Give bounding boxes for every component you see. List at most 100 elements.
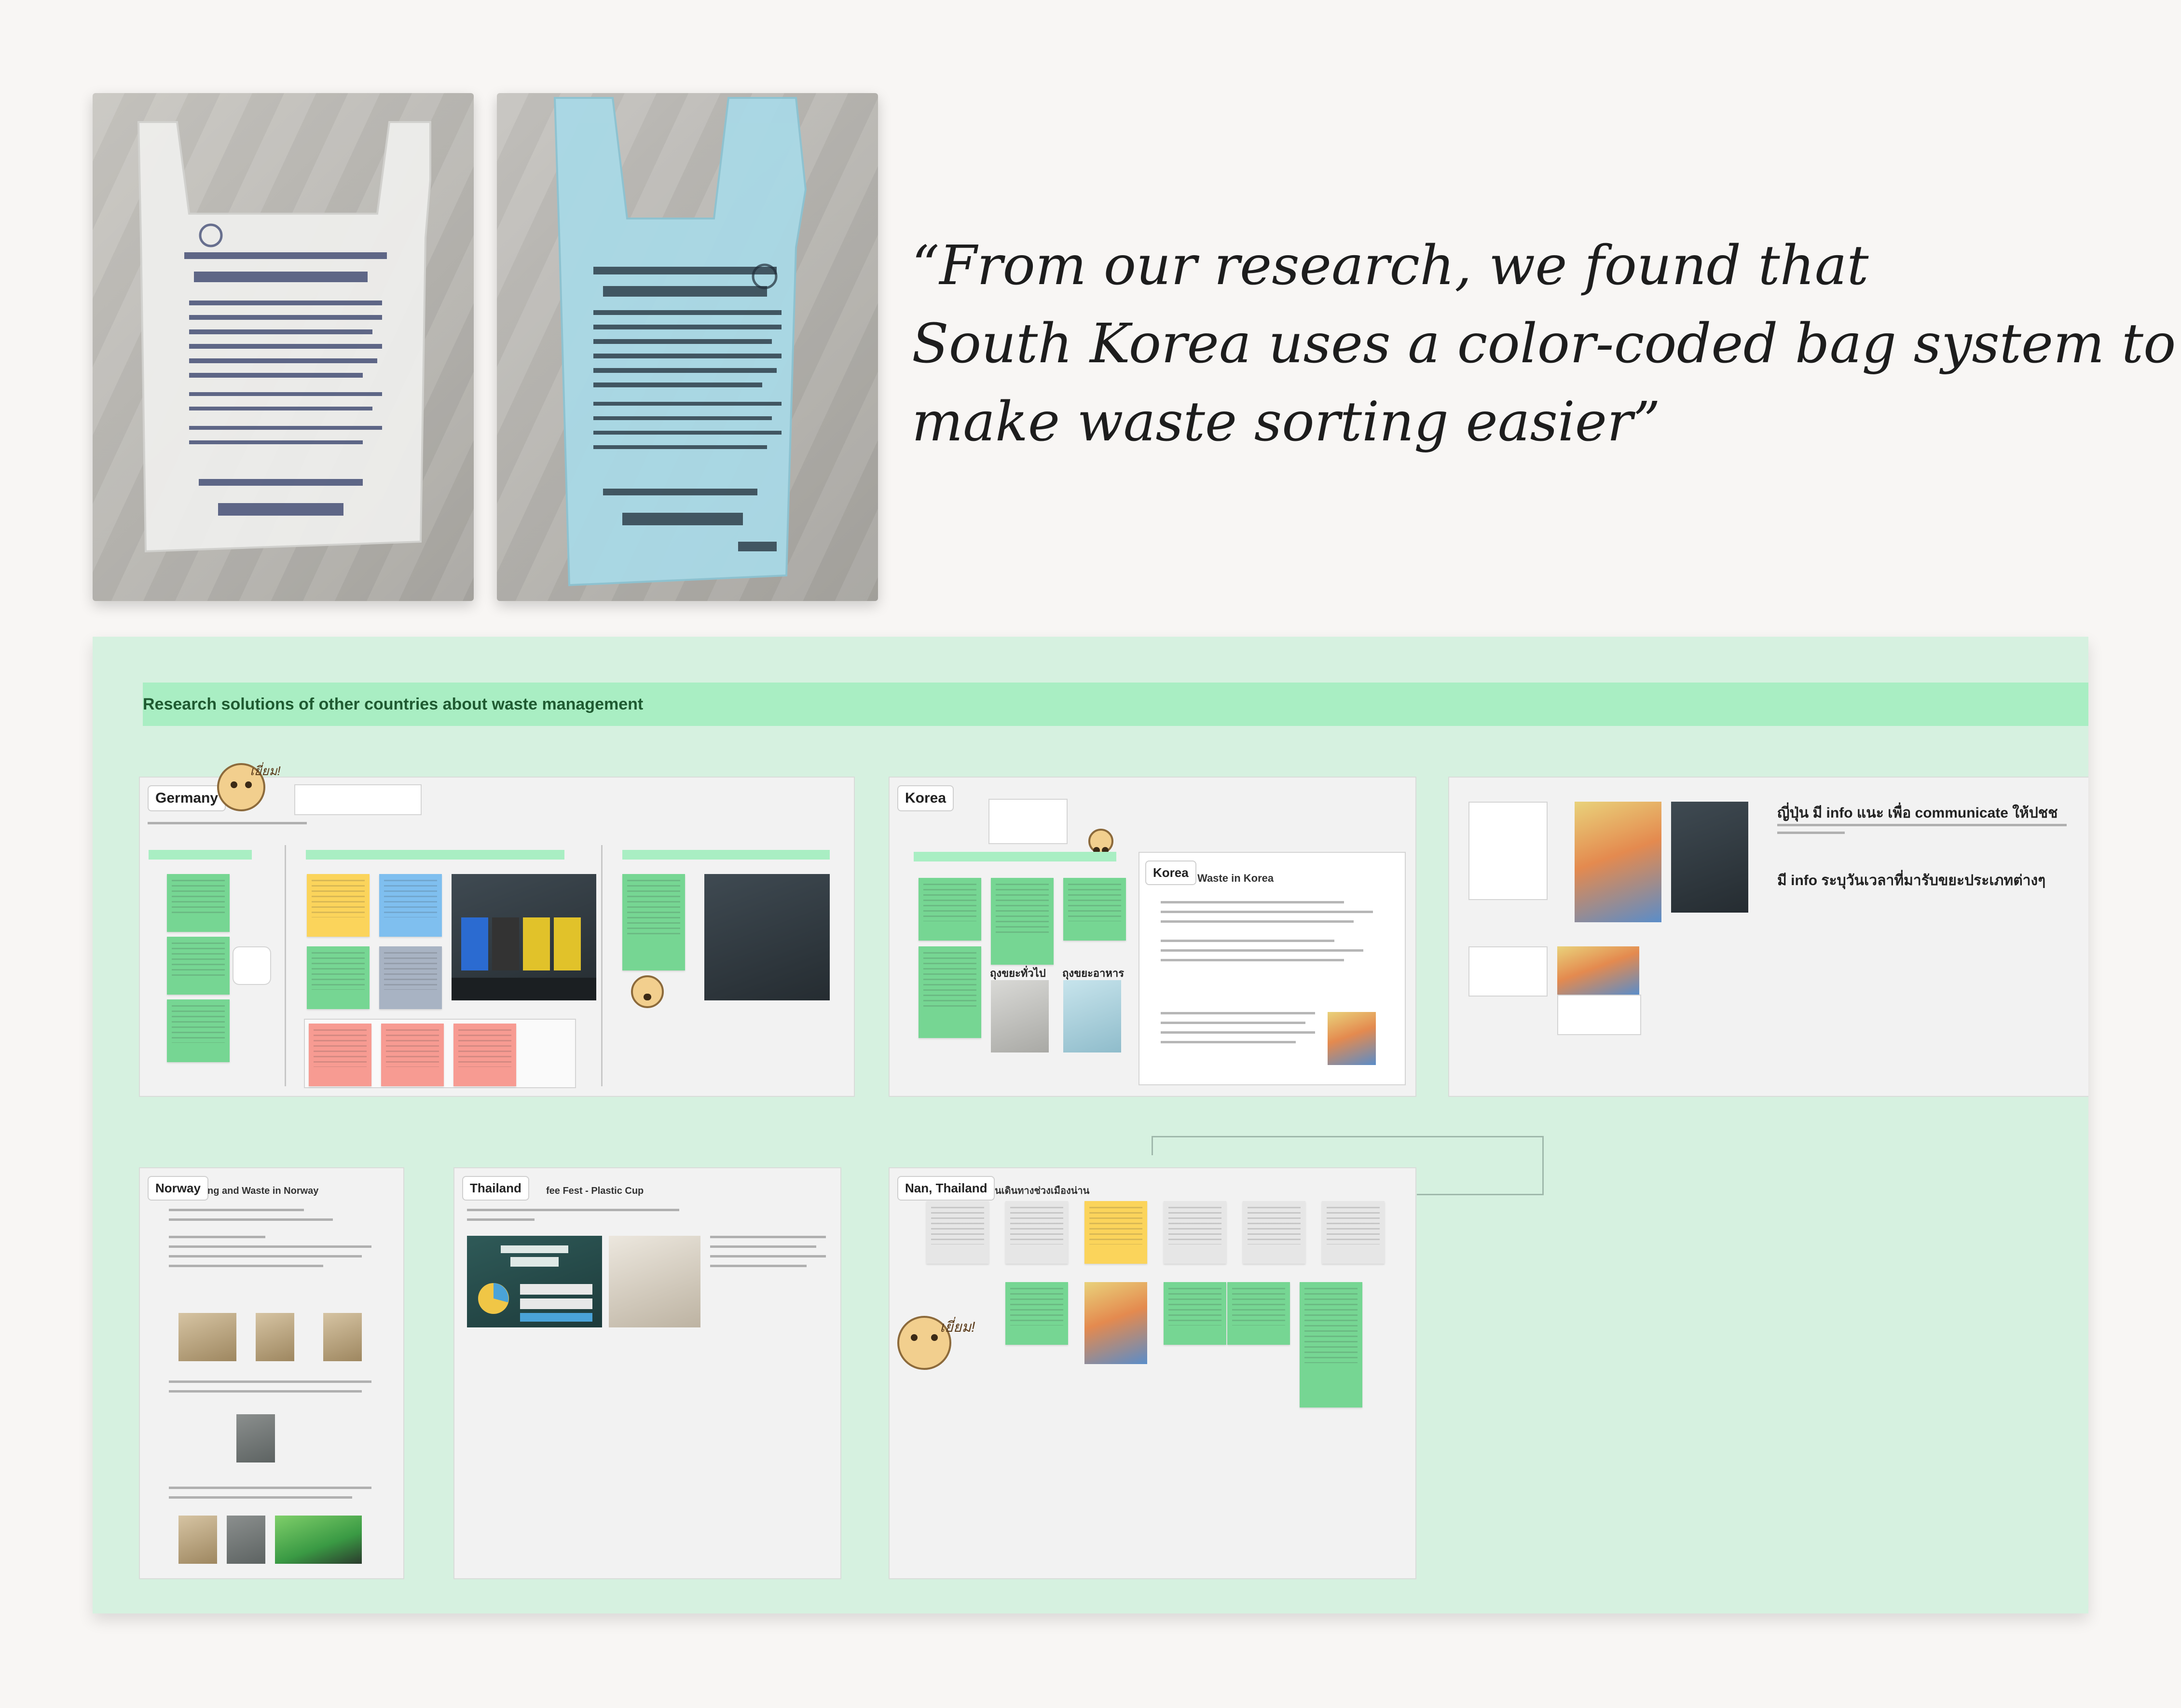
connector-line: [1152, 1136, 1153, 1155]
label-general-bag: ถุงขยะทั่วไป: [990, 967, 1046, 979]
quote-line-1: “From our research, we found that: [912, 234, 1869, 297]
norway-photo: [323, 1313, 362, 1361]
sticky-note[interactable]: [1063, 878, 1126, 941]
mascot-text: เยี่ยม!: [940, 1319, 975, 1335]
sticky-note[interactable]: [1164, 1201, 1226, 1264]
label-food-bag: ถุงขยะอาหาร: [1062, 967, 1125, 979]
sticky-note[interactable]: [167, 937, 230, 995]
food-waste-bag-thumbnail: [1063, 980, 1121, 1052]
text-line: [169, 1390, 362, 1393]
section-nan-thailand[interactable]: Nan, Thailand นเดินทางช่วงเมืองน่าน เยี่…: [889, 1167, 1416, 1579]
japan-subheading: มี info ระบุวันเวลาที่มารับขยะประเภทต่าง…: [1777, 873, 2046, 888]
sticky-note[interactable]: [379, 946, 442, 1009]
text-line: [169, 1496, 352, 1499]
mascot-icon: [1088, 829, 1113, 854]
text-line: [1161, 911, 1373, 913]
divider: [285, 845, 286, 1086]
norway-photo: [178, 1516, 217, 1564]
german-bins-photo: [452, 874, 596, 1000]
info-card[interactable]: [1557, 995, 1641, 1035]
info-card[interactable]: [1468, 946, 1548, 997]
sticky-note[interactable]: [1227, 1282, 1290, 1345]
sticky-note[interactable]: [1322, 1201, 1385, 1264]
text-line: [710, 1265, 807, 1267]
section-tag-thailand: Thailand: [462, 1176, 529, 1201]
text-line: [169, 1218, 333, 1221]
text-line: [169, 1380, 371, 1383]
text-line: [1161, 920, 1354, 923]
japan-poster-image: [1575, 802, 1661, 922]
sticky-note[interactable]: [1005, 1282, 1068, 1345]
text-line: [467, 1209, 679, 1211]
sticky-note[interactable]: [379, 874, 442, 937]
mascot-icon: [631, 975, 664, 1008]
sticky-note[interactable]: [622, 874, 685, 970]
text-line: [169, 1209, 304, 1211]
section-norway[interactable]: Norway ng and Waste in Norway: [139, 1167, 404, 1579]
connector-line: [1417, 1136, 1544, 1195]
general-waste-bag-photo: [93, 93, 474, 601]
sticky-note[interactable]: [307, 874, 370, 937]
sticky-note[interactable]: [453, 1024, 516, 1086]
column-header: [914, 852, 1116, 861]
info-card[interactable]: [1468, 802, 1548, 900]
thailand-photo: [609, 1236, 700, 1327]
norway-bus-photo: [275, 1516, 362, 1564]
text-line: [169, 1487, 371, 1489]
text-line: [1161, 1012, 1315, 1014]
sticky-note[interactable]: [919, 946, 981, 1038]
sticky-note[interactable]: [1243, 1201, 1305, 1264]
text-line: [1161, 901, 1344, 903]
korea-doc-title: Waste in Korea: [1197, 872, 1274, 884]
text-line: [1161, 940, 1334, 942]
sticky-note[interactable]: [1084, 1201, 1147, 1264]
text-line: [1777, 832, 1845, 834]
nan-title: นเดินทางช่วงเมืองน่าน: [995, 1186, 1090, 1196]
text-line: [1161, 1022, 1305, 1024]
norway-title: ng and Waste in Norway: [207, 1186, 319, 1196]
section-korea[interactable]: Korea ถุงขยะทั่วไป ถุงขยะอาหาร Korea Was…: [889, 777, 1416, 1097]
korea-photo: [1328, 1012, 1376, 1065]
sticky-note[interactable]: [1164, 1282, 1226, 1345]
sticky-note[interactable]: [309, 1024, 371, 1086]
sticky-note[interactable]: [307, 946, 370, 1009]
research-board: Research solutions of other countries ab…: [93, 637, 2088, 1613]
sticky-note[interactable]: [926, 1201, 989, 1264]
link-card[interactable]: [988, 799, 1068, 844]
column-header: [622, 850, 830, 860]
mascot-text: เยี่ยม!: [250, 764, 281, 778]
research-quote: “From our research, we found that South …: [912, 227, 2176, 461]
sticky-note[interactable]: [1300, 1282, 1362, 1407]
text-line: [169, 1236, 265, 1238]
section-germany[interactable]: Germany เยี่ยม!: [139, 763, 855, 1097]
link-card[interactable]: [294, 784, 422, 815]
norway-photo: [236, 1414, 275, 1462]
norway-photo: [227, 1516, 265, 1564]
section-tag-germany: Germany: [148, 785, 226, 811]
sticky-note[interactable]: [919, 878, 981, 941]
text-line: [1161, 949, 1363, 952]
japan-illustration: [1557, 946, 1639, 995]
board-title-bar: Research solutions of other countries ab…: [143, 683, 2088, 726]
column-header: [306, 850, 564, 860]
sticky-note[interactable]: [167, 999, 230, 1062]
sticky-note[interactable]: [991, 878, 1054, 965]
section-tag-nan: Nan, Thailand: [897, 1176, 995, 1201]
recycle-logo-icon: [233, 946, 271, 985]
goal-text: [148, 822, 307, 824]
sticky-note[interactable]: [167, 874, 230, 932]
text-line: [710, 1245, 816, 1248]
sticky-note[interactable]: [1005, 1201, 1068, 1264]
board-title: Research solutions of other countries ab…: [143, 695, 644, 713]
inner-tag-korea: Korea: [1145, 861, 1196, 885]
sticky-note[interactable]: [381, 1024, 444, 1086]
general-waste-bag-thumbnail: [991, 980, 1049, 1052]
section-thailand[interactable]: Thailand fee Fest - Plastic Cup: [453, 1167, 841, 1579]
korea-doc-page[interactable]: Korea Waste in Korea: [1139, 852, 1406, 1085]
quote-line-2: South Korea uses a color-coded bag syste…: [912, 313, 2176, 375]
section-japan[interactable]: ญี่ปุ่น มี info แนะ เพื่อ communicate ให…: [1448, 777, 2088, 1097]
food-waste-bag-photo: [497, 93, 878, 601]
japan-video-thumbnail: [1671, 802, 1748, 913]
text-line: [169, 1245, 371, 1248]
text-line: [1161, 959, 1344, 961]
